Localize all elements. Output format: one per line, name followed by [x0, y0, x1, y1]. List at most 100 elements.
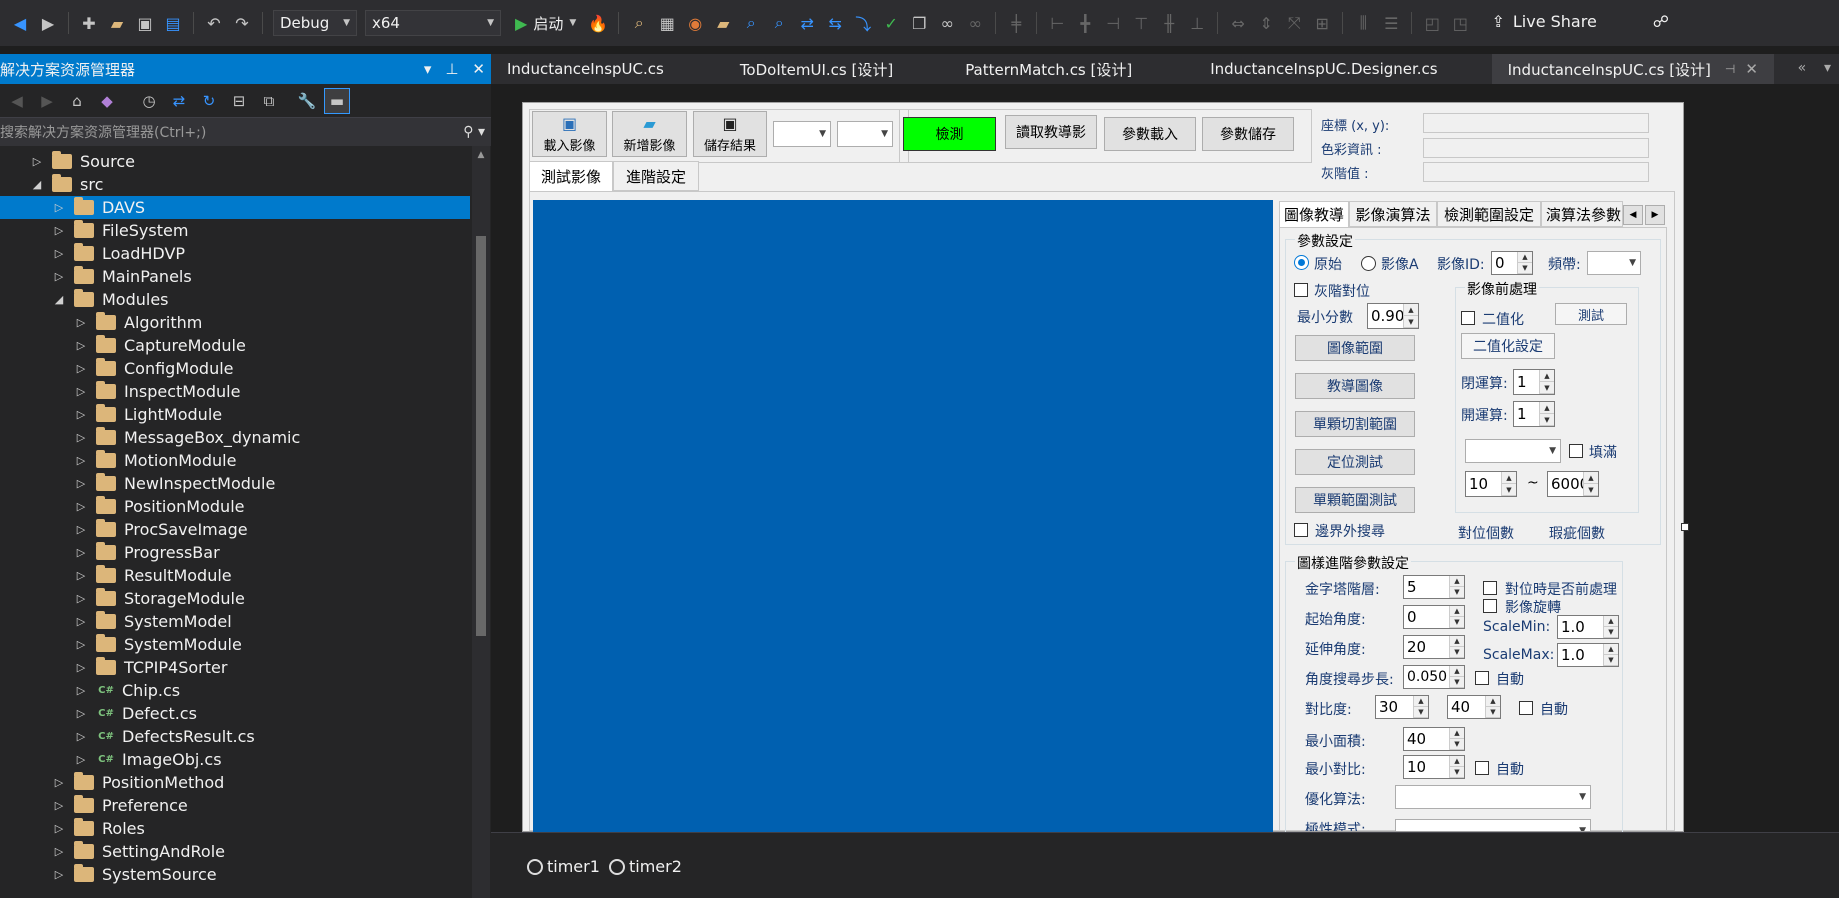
chevron-right-icon[interactable]: ▷ [52, 868, 66, 881]
send-back-icon[interactable]: ◳ [1448, 11, 1472, 35]
tab-image-algorithm[interactable]: 影像演算法 [1349, 201, 1437, 227]
tree-item[interactable]: ▷ LightModule [0, 403, 470, 426]
tree-item[interactable]: ▷ ProcSaveImage [0, 518, 470, 541]
load-params-button[interactable]: 參數載入 [1104, 117, 1196, 151]
tree-item[interactable]: ▷ MainPanels [0, 265, 470, 288]
range-min-stepper[interactable]: 10 ▲ ▼ [1465, 471, 1517, 497]
swap-icon[interactable]: ⇆ [823, 11, 847, 35]
chevron-down-icon[interactable]: ◢ [52, 293, 66, 306]
step-icon[interactable]: ⤵ [851, 11, 875, 35]
radio-original[interactable] [1294, 255, 1309, 270]
chevron-right-icon[interactable]: ▷ [74, 730, 88, 743]
tab-algorithm-params[interactable]: 演算法參數 [1541, 201, 1623, 227]
undo-icon[interactable]: ↶ [202, 11, 226, 35]
tree-item[interactable]: ▷ C# ImageObj.cs [0, 748, 470, 771]
tab-detect-range[interactable]: 檢測範圍設定 [1437, 201, 1541, 227]
tab-inductance-designer[interactable]: InductanceInspUC.Designer.cs [1194, 54, 1453, 84]
tree-item[interactable]: ▷ Roles [0, 817, 470, 840]
sync-icon[interactable]: ⇄ [166, 88, 192, 114]
start-button[interactable]: ▶ 启动 ▼ [515, 13, 576, 34]
chevron-right-icon[interactable]: ▷ [74, 592, 88, 605]
contrast-high-stepper[interactable]: 40 ▲ ▼ [1447, 695, 1501, 719]
chevron-right-icon[interactable]: ▷ [52, 845, 66, 858]
morph-dropdown[interactable]: ▼ [1465, 439, 1561, 463]
collapse-all-icon[interactable]: ⊟ [226, 88, 252, 114]
spellcheck-icon[interactable]: ✓ [879, 11, 903, 35]
refresh-icon[interactable]: ↻ [196, 88, 222, 114]
add-image-button[interactable]: ▰ 新增影像 [612, 111, 687, 157]
image-id-stepper[interactable]: 0 ▲ ▼ [1491, 251, 1533, 275]
live-share-button[interactable]: ⇪ Live Share ☍ [1491, 12, 1669, 31]
find-in-files-icon[interactable]: ⌕ [627, 11, 651, 35]
tab-todoitem-design[interactable]: ToDoItemUI.cs [设计] [724, 54, 909, 84]
chevron-right-icon[interactable]: ▷ [74, 661, 88, 674]
tree-item[interactable]: ▷ CaptureModule [0, 334, 470, 357]
scale-min-stepper[interactable]: 1.0 ▲ ▼ [1557, 615, 1619, 639]
component-icon[interactable]: ◉ [683, 11, 707, 35]
detect-button[interactable]: 檢測 [903, 117, 996, 151]
tree-item[interactable]: ▷ DAVS [0, 196, 470, 219]
platform-dropdown[interactable]: x64 ▼ [365, 10, 501, 36]
chevron-right-icon[interactable]: ▷ [74, 431, 88, 444]
tree-item[interactable]: ▷ MotionModule [0, 449, 470, 472]
solution-explorer-search[interactable]: 搜索解决方案资源管理器(Ctrl+;) ⚲ ▾ [0, 118, 491, 146]
align-center-icon[interactable]: ╋ [1073, 11, 1097, 35]
tree-item[interactable]: ◢ src [0, 173, 470, 196]
same-width-icon[interactable]: ⇔ [1226, 11, 1250, 35]
properties-icon[interactable]: 🔧 [294, 88, 320, 114]
unlink-icon[interactable]: ∞ [963, 11, 987, 35]
tree-item[interactable]: ▷ LoadHDVP [0, 242, 470, 265]
tab-test-image[interactable]: 測試影像 [529, 161, 613, 191]
home-icon[interactable]: ⌂ [64, 88, 90, 114]
tree-item[interactable]: ▷ MessageBox_dynamic [0, 426, 470, 449]
tab-inductance-design[interactable]: InductanceInspUC.cs [设计] ⊣ ✕ [1491, 54, 1774, 84]
align-right-icon[interactable]: ⊣ [1101, 11, 1125, 35]
radio-image-a[interactable] [1361, 256, 1376, 271]
close-op-stepper[interactable]: 1 ▲ ▼ [1513, 369, 1555, 395]
channel-select-dropdown[interactable]: ▼ [837, 121, 893, 147]
image-canvas[interactable] [533, 200, 1273, 832]
arrange-icon[interactable]: ⇄ [795, 11, 819, 35]
binarize-test-button[interactable]: 測試 [1555, 303, 1627, 325]
close-icon[interactable]: ✕ [472, 60, 485, 78]
chevron-right-icon[interactable]: ▷ [74, 408, 88, 421]
chevron-right-icon[interactable]: ▷ [52, 224, 66, 237]
stepper-arrows[interactable]: ▲ ▼ [1539, 370, 1554, 394]
tab-overflow-icon[interactable]: « ▾ [1798, 60, 1831, 76]
band-dropdown[interactable]: ▼ [1587, 251, 1641, 275]
chevron-right-icon[interactable]: ▷ [52, 799, 66, 812]
stepper-arrows[interactable]: ▲ ▼ [1583, 472, 1598, 496]
back-icon[interactable]: ◀ [4, 88, 30, 114]
search-input[interactable]: 搜索解决方案资源管理器(Ctrl+;) [0, 122, 206, 142]
binarize-settings-button[interactable]: 二值化設定 [1461, 333, 1555, 359]
find-icon[interactable]: ⌕ [739, 11, 763, 35]
copy-icon[interactable]: ❐ [907, 11, 931, 35]
tab-pattern-teach[interactable]: 圖像教導 [1279, 201, 1349, 227]
h-spacing-icon[interactable]: ⫼ [1351, 11, 1375, 35]
chevron-right-icon[interactable]: ▷ [74, 362, 88, 375]
min-contrast-stepper[interactable]: 10 ▲ ▼ [1403, 755, 1465, 779]
pin-icon[interactable]: ⊣ [1725, 62, 1735, 76]
tree-item[interactable]: ▷ C# Chip.cs [0, 679, 470, 702]
fill-checkbox[interactable] [1569, 444, 1583, 458]
min-contrast-auto-checkbox[interactable] [1475, 761, 1489, 775]
tree-item[interactable]: ▷ TCPIP4Sorter [0, 656, 470, 679]
tree-item[interactable]: ▷ Algorithm [0, 311, 470, 334]
chevron-right-icon[interactable]: ▷ [74, 569, 88, 582]
tab-advanced[interactable]: 進階設定 [613, 161, 699, 191]
hot-reload-icon[interactable]: 🔥 [586, 11, 610, 35]
stepper-arrows[interactable]: ▲ ▼ [1485, 696, 1500, 718]
stepper-arrows[interactable]: ▲ ▼ [1603, 616, 1618, 638]
link-icon[interactable]: ∞ [935, 11, 959, 35]
grid-size-icon[interactable]: ⊞ [1310, 11, 1334, 35]
folder-icon[interactable]: ▰ [711, 11, 735, 35]
start-angle-stepper[interactable]: 0 ▲ ▼ [1403, 605, 1465, 629]
dropdown-icon[interactable]: ▾ [424, 60, 432, 78]
image-rotate-checkbox[interactable] [1483, 599, 1497, 613]
stepper-arrows[interactable]: ▲ ▼ [1449, 576, 1464, 598]
pin-icon[interactable]: ⊥ [445, 60, 458, 78]
read-teach-image-button[interactable]: 讀取教導影 [1005, 115, 1097, 149]
tree-item[interactable]: ▷ C# DefectsResult.cs [0, 725, 470, 748]
pattern-range-button[interactable]: 圖像範圍 [1295, 335, 1415, 361]
binarize-checkbox[interactable] [1461, 311, 1475, 325]
